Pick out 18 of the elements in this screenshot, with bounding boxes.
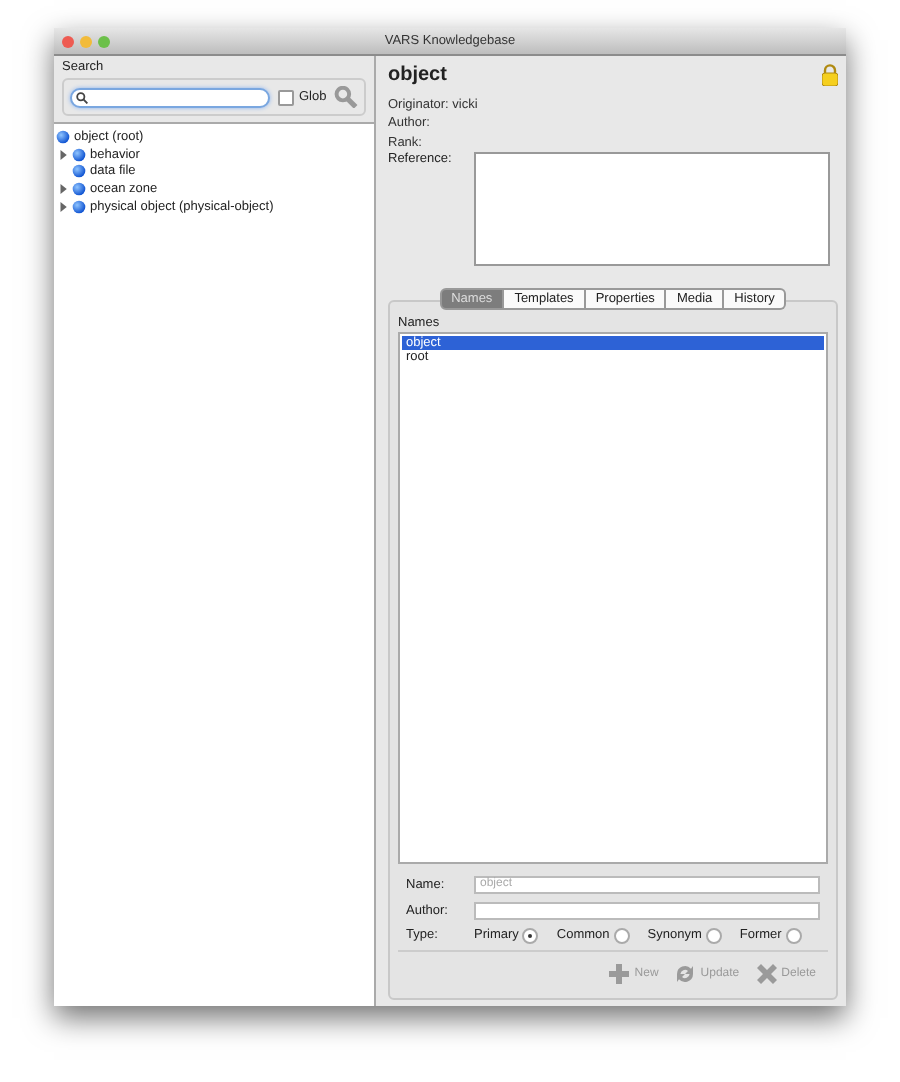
lock-icon[interactable] (822, 64, 838, 86)
zoom-button[interactable] (98, 35, 110, 47)
expand-arrow-icon[interactable] (57, 201, 67, 212)
reference-field[interactable] (474, 151, 830, 265)
minimize-button[interactable] (80, 35, 92, 47)
search-icon (76, 91, 88, 103)
close-button[interactable] (62, 35, 74, 47)
node-icon (56, 129, 70, 144)
search-icon[interactable] (334, 86, 358, 108)
author-field[interactable] (474, 901, 820, 919)
expand-arrow-icon[interactable] (57, 149, 67, 160)
plus-icon (608, 963, 631, 983)
refresh-icon (674, 963, 697, 983)
concept-title: object (388, 64, 447, 86)
search-field[interactable] (70, 87, 271, 107)
node-icon (72, 199, 86, 214)
expand-arrow-icon[interactable] (57, 183, 67, 194)
delete-icon (755, 963, 778, 983)
